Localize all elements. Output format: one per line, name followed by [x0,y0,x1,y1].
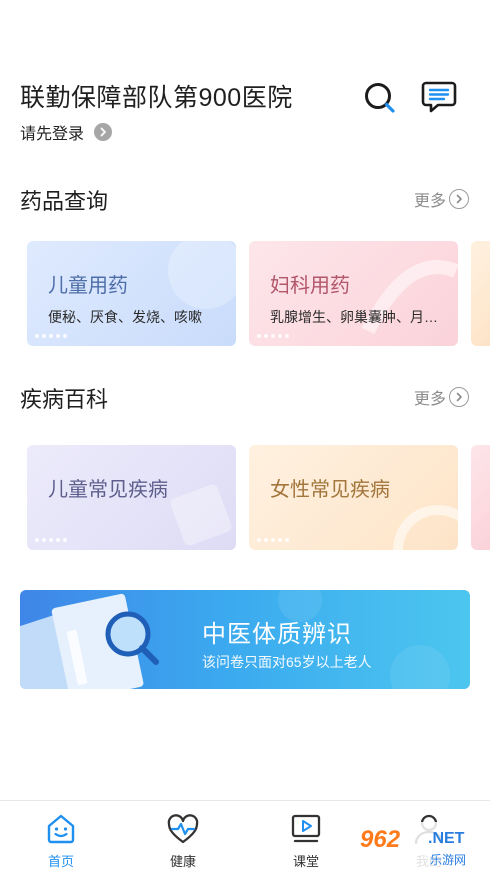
tab-label: 首页 [47,854,74,869]
tab-health[interactable]: 健康 [143,813,223,870]
card-decoration [168,241,236,309]
card-dots [257,538,289,542]
message-icon [421,81,457,113]
app-header: 联勤保障部队第900医院 请先登录 [0,0,490,160]
card-title: 女性常见疾病 [270,479,390,501]
home-smile-icon [47,814,75,844]
card-dots [257,334,289,338]
tab-classroom[interactable]: 课堂 [266,813,346,870]
card-subtitle: 乳腺增生、卵巢囊肿、月经不调 [270,309,445,325]
watermark-domain: .NET [428,830,465,847]
banner-subtitle: 该问卷只面对65岁以上老人 [202,654,372,670]
disease-card-next-peek[interactable] [471,445,490,550]
login-link[interactable]: 请先登录 [20,120,113,144]
search-icon [365,83,395,113]
drug-card-children[interactable]: 儿童用药 便秘、厌食、发烧、咳嗽 [27,241,236,346]
card-title: 妇科用药 [270,275,350,297]
drug-card-next-peek[interactable] [471,241,490,346]
tab-label: 课堂 [292,854,319,869]
diseases-more-link[interactable]: 更多 [414,385,470,409]
disease-card-children[interactable]: 儿童常见疾病 [27,445,236,550]
login-label: 请先登录 [20,126,85,143]
watermark-number: 962 [360,826,401,853]
heart-pulse-icon [167,814,199,844]
drugs-more-link[interactable]: 更多 [414,187,470,211]
section-title-drugs: 药品查询 [20,189,109,214]
banner-title: 中医体质辨识 [202,621,352,648]
card-subtitle: 便秘、厌食、发烧、咳嗽 [48,309,202,325]
tab-label: 健康 [169,854,196,869]
section-title-diseases: 疾病百科 [20,387,109,412]
chevron-right-icon [449,387,470,407]
video-play-icon [291,814,321,843]
chevron-right-icon [449,189,470,209]
card-title: 儿童常见疾病 [48,479,168,501]
site-watermark: 962 .NET 乐游网 [352,822,490,872]
message-button[interactable] [420,79,458,115]
card-dots [35,334,67,338]
drug-card-gynecology[interactable]: 妇科用药 乳腺增生、卵巢囊肿、月经不调 [249,241,458,346]
more-label: 更多 [414,193,447,210]
tcm-constitution-banner[interactable]: 中医体质辨识 该问卷只面对65岁以上老人 [20,590,470,689]
disease-card-women[interactable]: 女性常见疾病 [249,445,458,550]
watermark-text: 乐游网 [430,853,467,867]
chevron-right-icon [94,123,113,141]
more-label: 更多 [414,391,447,408]
card-dots [35,538,67,542]
card-decoration [361,260,458,335]
page-title: 联勤保障部队第900医院 [20,84,293,112]
card-title: 儿童用药 [48,275,128,297]
tab-home[interactable]: 首页 [21,813,101,870]
search-button[interactable] [362,80,398,116]
